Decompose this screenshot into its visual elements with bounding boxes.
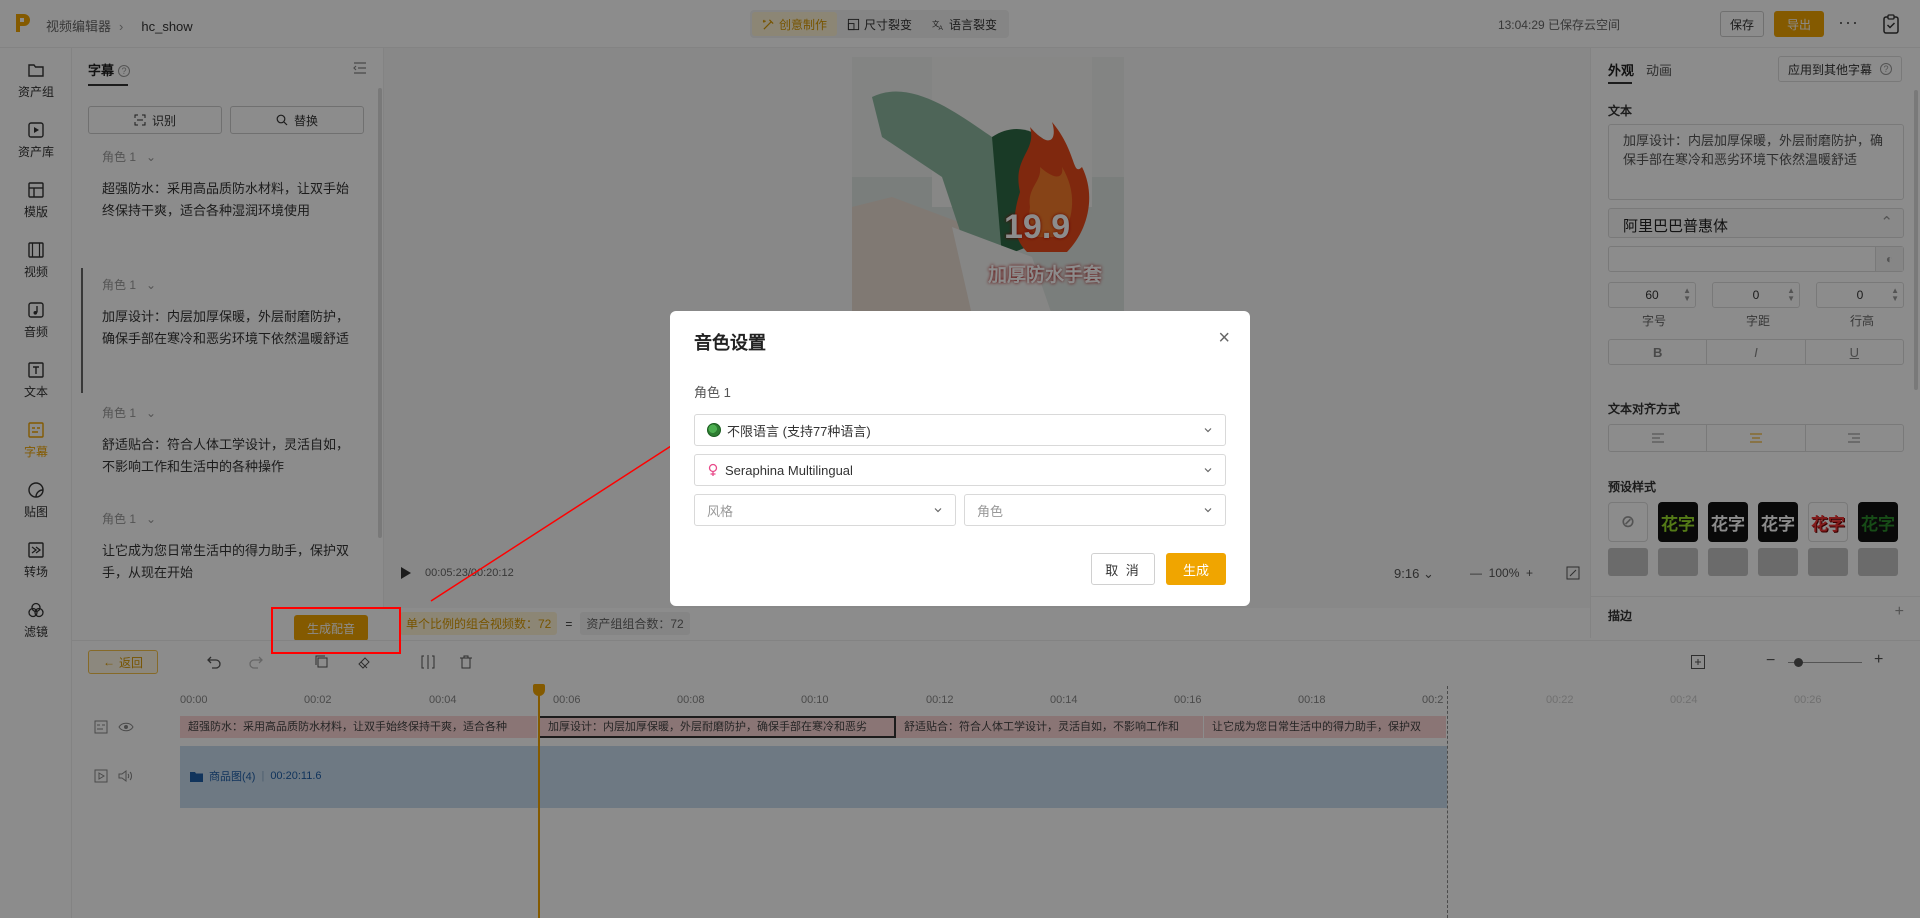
- chevron-down-icon: [1204, 428, 1212, 433]
- chevron-down-icon: [1204, 468, 1212, 473]
- female-icon: [708, 463, 718, 476]
- character-select[interactable]: 角色: [964, 494, 1226, 526]
- role-label: 角色 1: [694, 385, 731, 400]
- voice-select[interactable]: Seraphina Multilingual: [694, 454, 1226, 486]
- language-select[interactable]: 不限语言 (支持77种语言): [694, 414, 1226, 446]
- globe-icon: [707, 423, 721, 437]
- close-icon[interactable]: ×: [1218, 327, 1230, 350]
- style-select[interactable]: 风格: [694, 494, 956, 526]
- cancel-button[interactable]: 取 消: [1091, 553, 1155, 585]
- chevron-down-icon: [1204, 508, 1212, 513]
- dialog-title: 音色设置: [694, 333, 766, 353]
- generate-button[interactable]: 生成: [1166, 553, 1226, 585]
- voice-settings-dialog: 音色设置 × 角色 1 不限语言 (支持77种语言) Seraphina Mul…: [670, 311, 1250, 606]
- chevron-down-icon: [934, 508, 942, 513]
- annotation-highlight-box: [271, 607, 401, 654]
